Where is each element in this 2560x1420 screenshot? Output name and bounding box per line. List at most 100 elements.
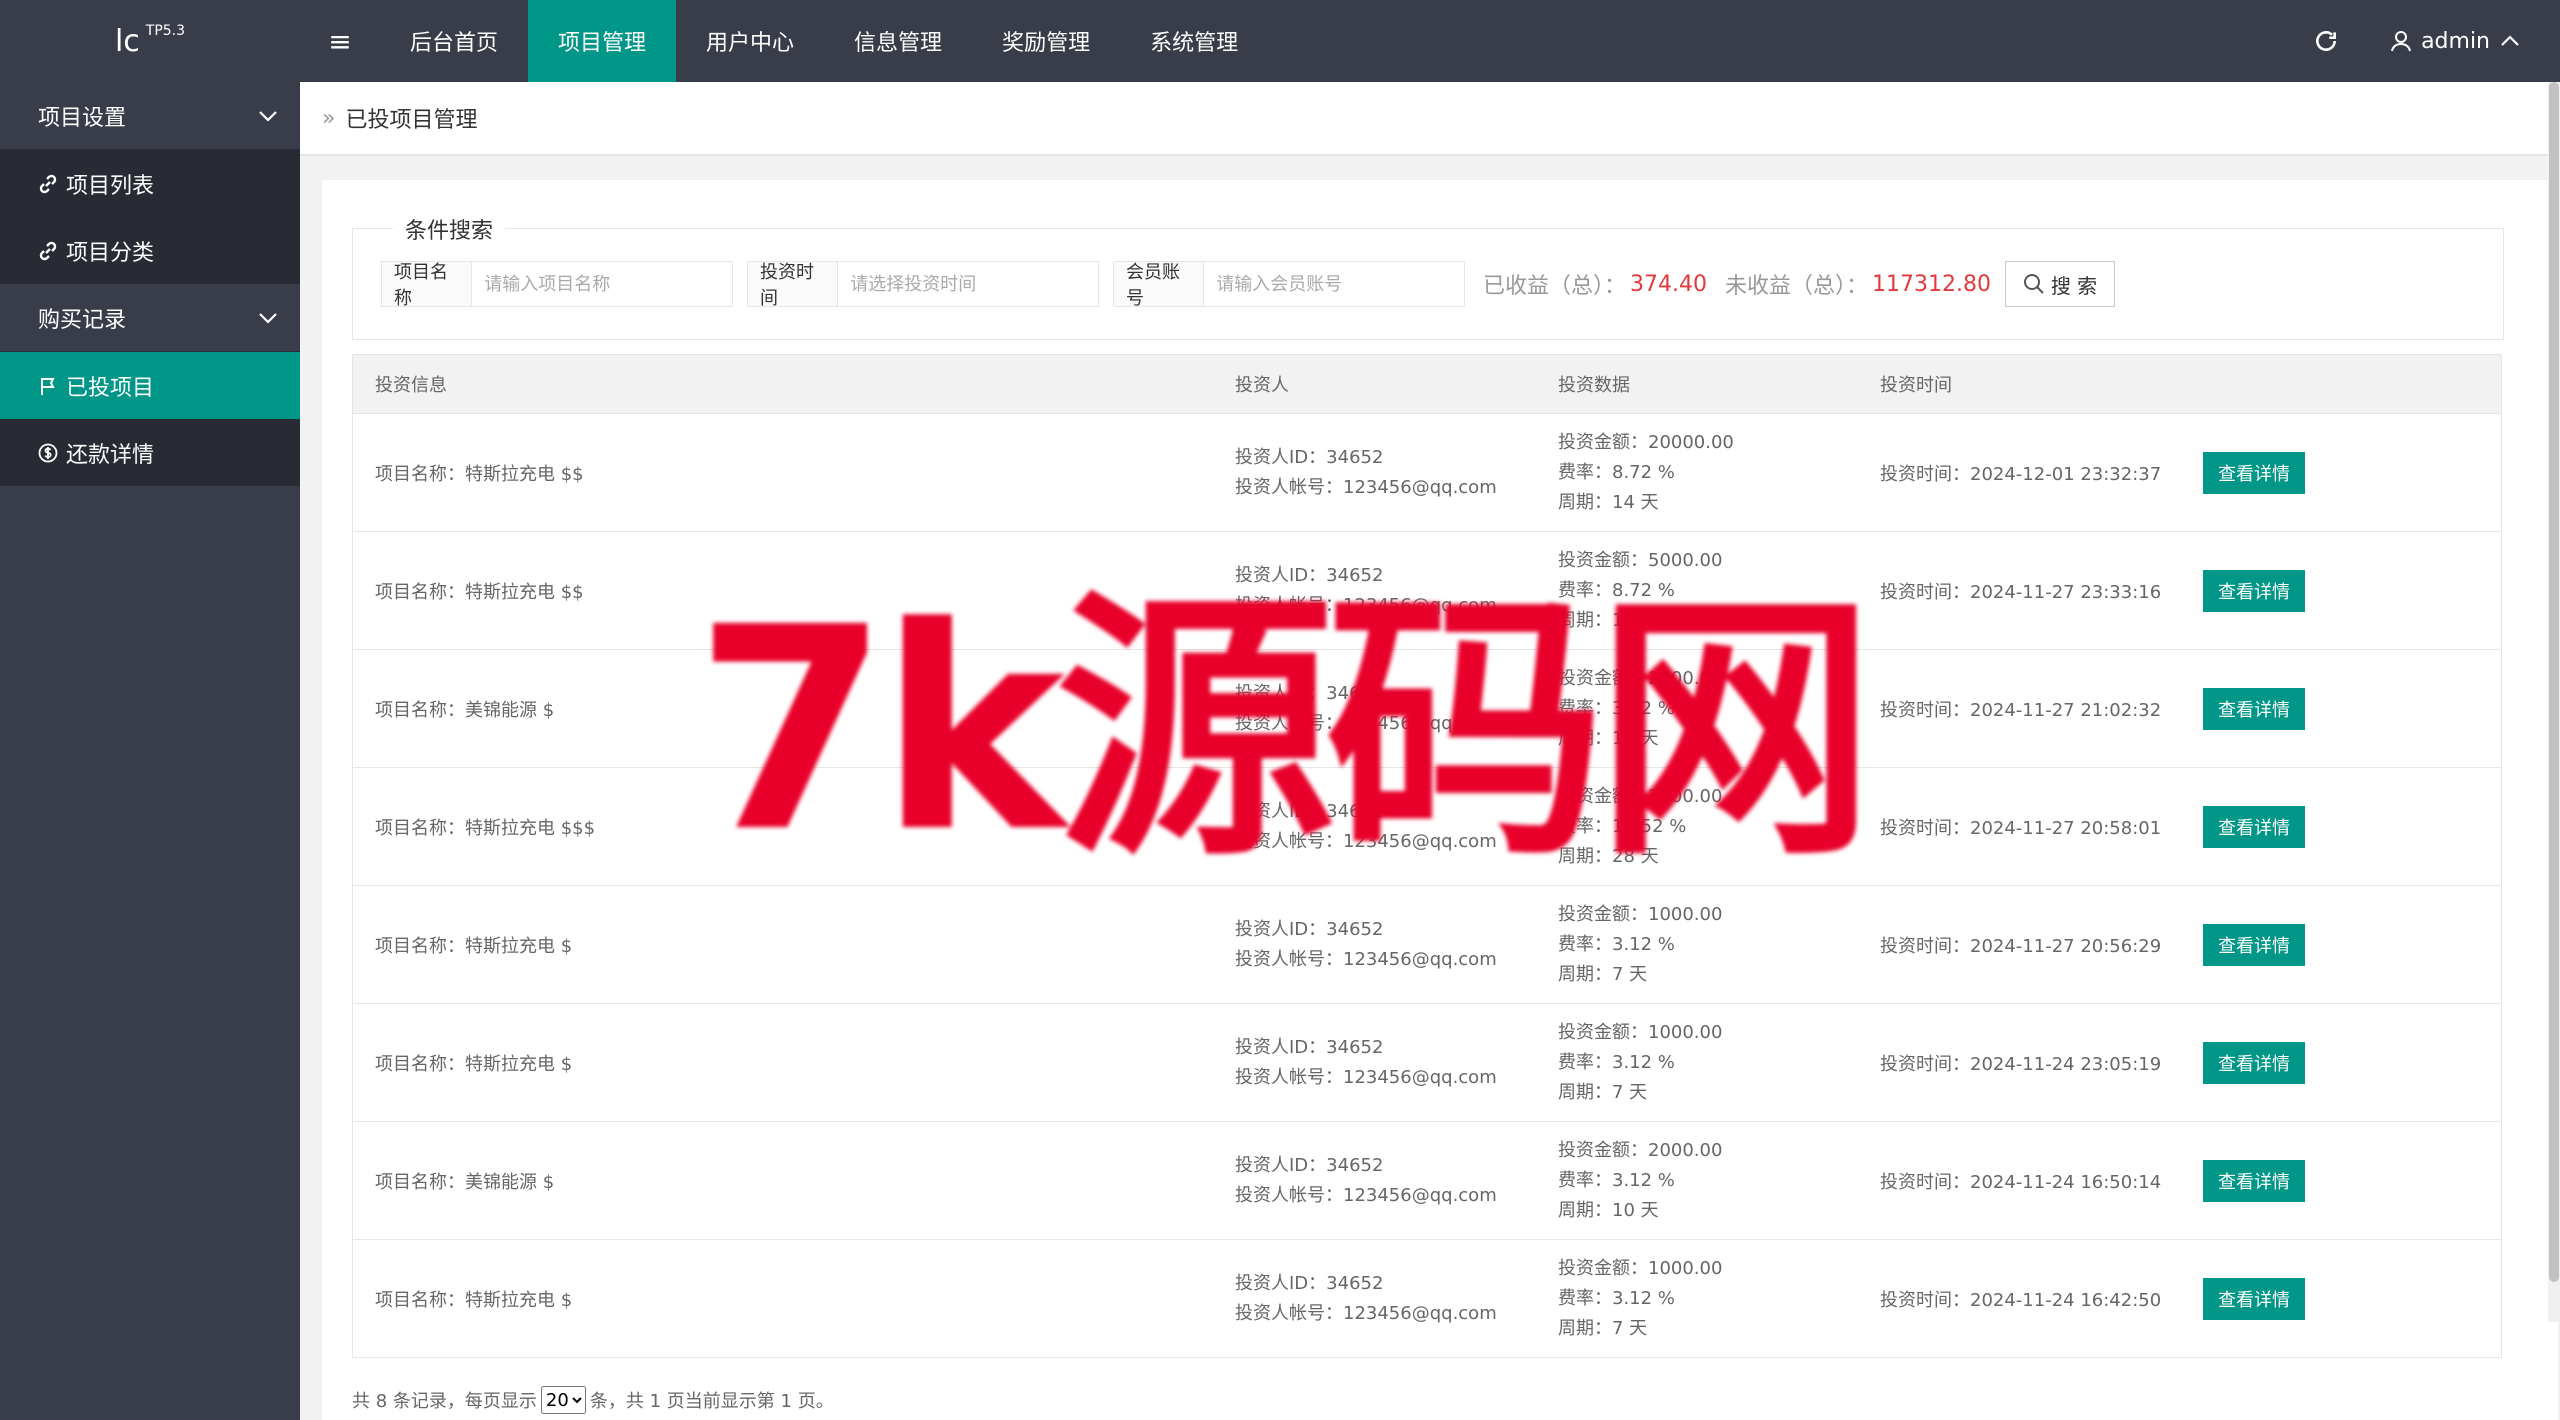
table-row: 项目名称：美锦能源 $ 投资人ID：34652 投资人帐号：123456@qq.… xyxy=(353,650,2501,768)
project-name: 项目名称：特斯拉充电 $ xyxy=(375,935,573,957)
invest-data: 投资金额：20000.00 费率：8.72 % 周期：14 天 xyxy=(1558,428,1734,518)
nav-reward-management[interactable]: 奖励管理 xyxy=(972,0,1120,82)
invest-amount: 投资金额：1000.00 xyxy=(1558,903,1723,925)
breadcrumb: » 已投项目管理 xyxy=(300,82,2560,156)
invest-period: 周期：10 天 xyxy=(1558,1199,1659,1221)
pager-suffix: 条，共 1 页当前显示第 1 页。 xyxy=(589,1391,834,1412)
view-details-button[interactable]: 查看详情 xyxy=(2203,1277,2305,1320)
invest-period: 周期：7 天 xyxy=(1558,1081,1648,1103)
dollar-circle-icon xyxy=(38,443,58,462)
project-name: 项目名称：美锦能源 $ xyxy=(375,699,555,721)
view-details-button[interactable]: 查看详情 xyxy=(2203,923,2305,966)
sidebar-group-project-settings[interactable]: 项目设置 xyxy=(0,82,300,150)
view-details-button[interactable]: 查看详情 xyxy=(2203,569,2305,612)
invest-data: 投资金额：2000.00 费率：3.12 % 周期：10 天 xyxy=(1558,664,1722,754)
invest-rate: 费率：3.12 % xyxy=(1558,1287,1675,1309)
view-details-button[interactable]: 查看详情 xyxy=(2203,805,2305,848)
investor-info: 投资人ID：34652 投资人帐号：123456@qq.com xyxy=(1235,915,1497,975)
sidebar-item-label: 项目分类 xyxy=(66,240,155,266)
investor-id: 投资人ID：34652 xyxy=(1235,682,1384,704)
link-icon xyxy=(39,174,57,193)
logo[interactable]: lc TP5.3 xyxy=(0,0,300,82)
investor-info: 投资人ID：34652 投资人帐号：123456@qq.com xyxy=(1235,1033,1497,1093)
sidebar-item-project-category[interactable]: 项目分类 xyxy=(0,217,300,284)
project-name: 项目名称：特斯拉充电 $ xyxy=(375,1053,573,1075)
search-button[interactable]: 搜 索 xyxy=(2005,261,2115,307)
invest-amount: 投资金额：1000.00 xyxy=(1558,1257,1723,1279)
invest-period: 周期：7 天 xyxy=(1558,963,1648,985)
chevron-down-icon xyxy=(259,312,277,324)
nav-project-management[interactable]: 项目管理 xyxy=(528,0,677,82)
invest-period: 周期：14 天 xyxy=(1558,491,1659,513)
invest-rate: 费率：3.12 % xyxy=(1558,1169,1675,1191)
header-invest-info: 投资信息 xyxy=(375,375,447,396)
nav-system-management[interactable]: 系统管理 xyxy=(1120,0,1268,82)
per-page-select[interactable]: 20 xyxy=(540,1386,586,1414)
project-name-input[interactable] xyxy=(472,262,732,306)
invest-data: 投资金额：1000.00 费率：3.12 % 周期：7 天 xyxy=(1558,1018,1722,1108)
view-details-button[interactable]: 查看详情 xyxy=(2203,1041,2305,1084)
invest-rate: 费率：3.12 % xyxy=(1558,697,1675,719)
invest-period: 周期：7 天 xyxy=(1558,1317,1648,1339)
investor-account: 投资人帐号：123456@qq.com xyxy=(1235,476,1497,498)
view-details-button[interactable]: 查看详情 xyxy=(2203,1159,2305,1202)
scrollbar-thumb[interactable] xyxy=(2549,82,2559,1282)
refresh-icon[interactable] xyxy=(2281,0,2371,82)
search-button-label: 搜 索 xyxy=(2050,273,2098,298)
sidebar-group-label: 购买记录 xyxy=(38,307,127,333)
invest-period: 周期：28 天 xyxy=(1558,845,1659,867)
nav-info-management[interactable]: 信息管理 xyxy=(824,0,972,82)
sidebar-item-invested-projects[interactable]: 已投项目 xyxy=(0,352,300,419)
table-row: 项目名称：特斯拉充电 $ 投资人ID：34652 投资人帐号：123456@qq… xyxy=(353,1004,2501,1122)
invest-period: 周期：14 天 xyxy=(1558,609,1659,631)
investor-account: 投资人帐号：123456@qq.com xyxy=(1235,594,1497,616)
project-name-label: 项目名称 xyxy=(382,262,473,309)
investor-info: 投资人ID：34652 投资人帐号：123456@qq.com xyxy=(1235,1151,1497,1211)
user-menu[interactable]: admin xyxy=(2371,0,2560,82)
table-row: 项目名称：特斯拉充电 $$$ 投资人ID：34652 投资人帐号：123456@… xyxy=(353,768,2501,886)
sidebar-item-repayment-details[interactable]: 还款详情 xyxy=(0,419,300,486)
project-name: 项目名称：特斯拉充电 $$ xyxy=(375,463,584,485)
project-name: 项目名称：特斯拉充电 $$$ xyxy=(375,817,596,839)
menu-toggle-icon[interactable]: ≡ xyxy=(300,0,380,82)
invest-rate: 费率：3.12 % xyxy=(1558,933,1675,955)
investor-id: 投资人ID：34652 xyxy=(1235,1154,1384,1176)
earned-value: 374.40 xyxy=(1630,271,1707,297)
breadcrumb-current: 已投项目管理 xyxy=(345,108,478,133)
view-details-button[interactable]: 查看详情 xyxy=(2203,451,2305,494)
pagination: 共 8 条记录，每页显示 20 条，共 1 页当前显示第 1 页。 xyxy=(352,1382,834,1418)
unearned-label: 未收益（总）： xyxy=(1725,274,1869,299)
breadcrumb-separator-icon: » xyxy=(322,105,336,131)
invest-data: 投资金额：2000.00 费率：3.12 % 周期：10 天 xyxy=(1558,1136,1722,1226)
sidebar-group-purchase-records[interactable]: 购买记录 xyxy=(0,284,300,352)
nav-dashboard[interactable]: 后台首页 xyxy=(380,0,528,82)
invest-time-label: 投资时间 xyxy=(748,262,839,309)
investor-info: 投资人ID：34652 投资人帐号：123456@qq.com xyxy=(1235,443,1497,503)
unearned-total: 未收益（总）： 117312.80 xyxy=(1725,261,1991,307)
nav-user-center[interactable]: 用户中心 xyxy=(676,0,824,82)
invest-amount: 投资金额：5000.00 xyxy=(1558,549,1723,571)
investor-id: 投资人ID：34652 xyxy=(1235,800,1384,822)
view-details-button[interactable]: 查看详情 xyxy=(2203,687,2305,730)
member-account-input[interactable] xyxy=(1204,262,1464,306)
table-row: 项目名称：美锦能源 $ 投资人ID：34652 投资人帐号：123456@qq.… xyxy=(353,1122,2501,1240)
invest-time-input[interactable] xyxy=(838,262,1098,306)
member-account-label: 会员账号 xyxy=(1114,262,1205,309)
invest-amount: 投资金额：2000.00 xyxy=(1558,1139,1723,1161)
table-row: 项目名称：特斯拉充电 $ 投资人ID：34652 投资人帐号：123456@qq… xyxy=(353,886,2501,1004)
search-legend: 条件搜索 xyxy=(393,213,506,245)
top-nav: 后台首页 项目管理 用户中心 信息管理 奖励管理 系统管理 xyxy=(380,0,1268,82)
invest-data: 投资金额：2000.00 费率：15.52 % 周期：28 天 xyxy=(1558,782,1722,872)
investor-info: 投资人ID：34652 投资人帐号：123456@qq.com xyxy=(1235,1269,1497,1329)
investor-account: 投资人帐号：123456@qq.com xyxy=(1235,830,1497,852)
project-name: 项目名称：美锦能源 $ xyxy=(375,1171,555,1193)
invest-time: 投资时间：2024-11-27 23:33:16 xyxy=(1880,581,2162,603)
table-row: 项目名称：特斯拉充电 $$ 投资人ID：34652 投资人帐号：123456@q… xyxy=(353,532,2501,650)
header-right: admin xyxy=(2281,0,2560,82)
username: admin xyxy=(2421,28,2490,54)
sidebar-item-project-list[interactable]: 项目列表 xyxy=(0,150,300,217)
invest-amount: 投资金额：2000.00 xyxy=(1558,785,1723,807)
investor-id: 投资人ID：34652 xyxy=(1235,1036,1384,1058)
invest-period: 周期：10 天 xyxy=(1558,727,1659,749)
page-scrollbar[interactable] xyxy=(2548,82,2560,1322)
